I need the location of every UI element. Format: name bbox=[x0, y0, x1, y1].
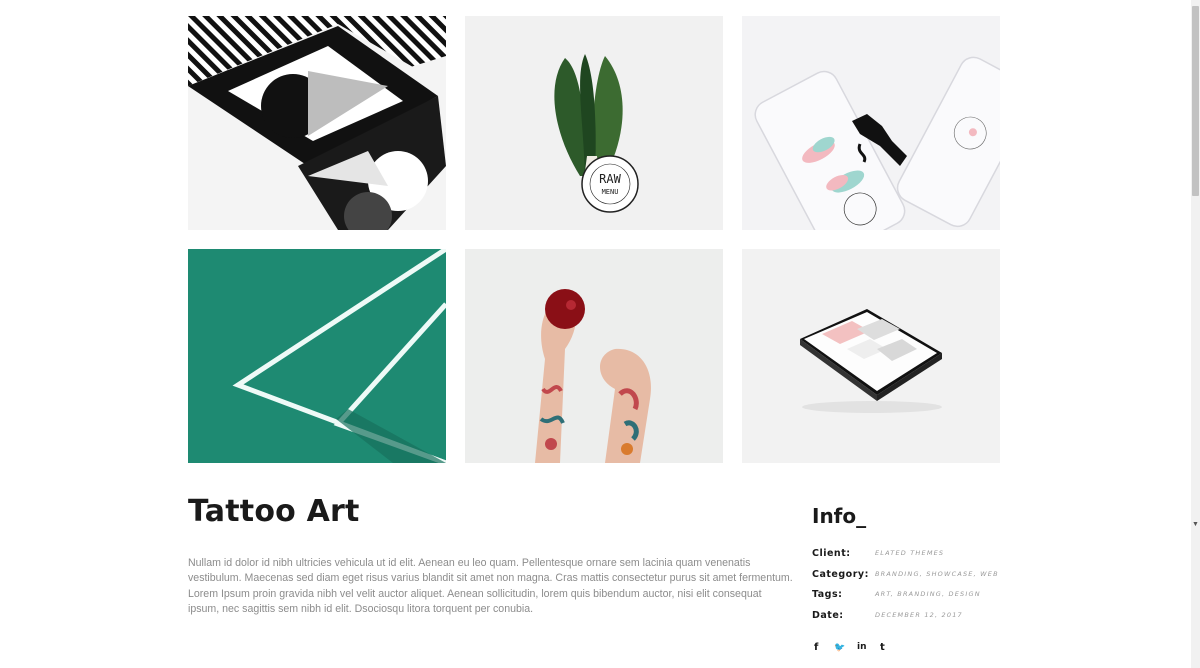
info-panel: Info_ Client: Elated Themes Category: Br… bbox=[812, 504, 1012, 621]
info-value-category[interactable]: Branding, Showcase, Web bbox=[875, 570, 999, 578]
twitter-icon[interactable]: 🐦 bbox=[834, 643, 845, 653]
portfolio-gallery: RAW MENU bbox=[188, 16, 1001, 463]
gallery-image-tablet-mockup[interactable] bbox=[742, 249, 1000, 463]
scrollbar[interactable]: ▼ bbox=[1191, 0, 1200, 668]
scroll-down-arrow-icon[interactable]: ▼ bbox=[1192, 521, 1199, 528]
linkedin-icon[interactable]: in bbox=[857, 642, 867, 652]
info-label-client: Client: bbox=[812, 548, 851, 559]
info-value-date: December 12, 2017 bbox=[875, 611, 963, 619]
gallery-image-raw-menu[interactable]: RAW MENU bbox=[465, 16, 723, 230]
court-lines-illustration bbox=[188, 249, 446, 463]
scrollbar-thumb[interactable] bbox=[1192, 6, 1199, 196]
info-value-tags[interactable]: Art, Branding, Design bbox=[875, 590, 981, 598]
project-description: Nullam id dolor id nibh ultricies vehicu… bbox=[188, 557, 793, 616]
info-label-date: Date: bbox=[812, 610, 844, 621]
gallery-image-phone-mockups[interactable] bbox=[742, 16, 1000, 230]
gallery-image-court-lines[interactable] bbox=[188, 249, 446, 463]
raw-menu-logo-bottom: MENU bbox=[602, 188, 619, 196]
info-label-category: Category: bbox=[812, 569, 869, 580]
info-title: Info_ bbox=[812, 504, 867, 528]
tablet-mockup-illustration bbox=[742, 249, 1000, 463]
facebook-icon[interactable]: f bbox=[814, 642, 818, 653]
info-label-tags: Tags: bbox=[812, 589, 843, 600]
raw-menu-illustration: RAW MENU bbox=[465, 16, 723, 230]
info-value-client[interactable]: Elated Themes bbox=[875, 549, 944, 557]
gallery-image-geometric-print[interactable] bbox=[188, 16, 446, 230]
geometric-print-illustration bbox=[188, 16, 446, 230]
raw-menu-logo-top: RAW bbox=[599, 172, 621, 186]
project-title: Tattoo Art bbox=[188, 494, 360, 529]
tattoo-hands-illustration bbox=[465, 249, 723, 463]
phone-mockups-illustration bbox=[742, 16, 1000, 230]
gallery-image-tattoo-hands[interactable] bbox=[465, 249, 723, 463]
tumblr-icon[interactable]: t bbox=[880, 642, 885, 653]
